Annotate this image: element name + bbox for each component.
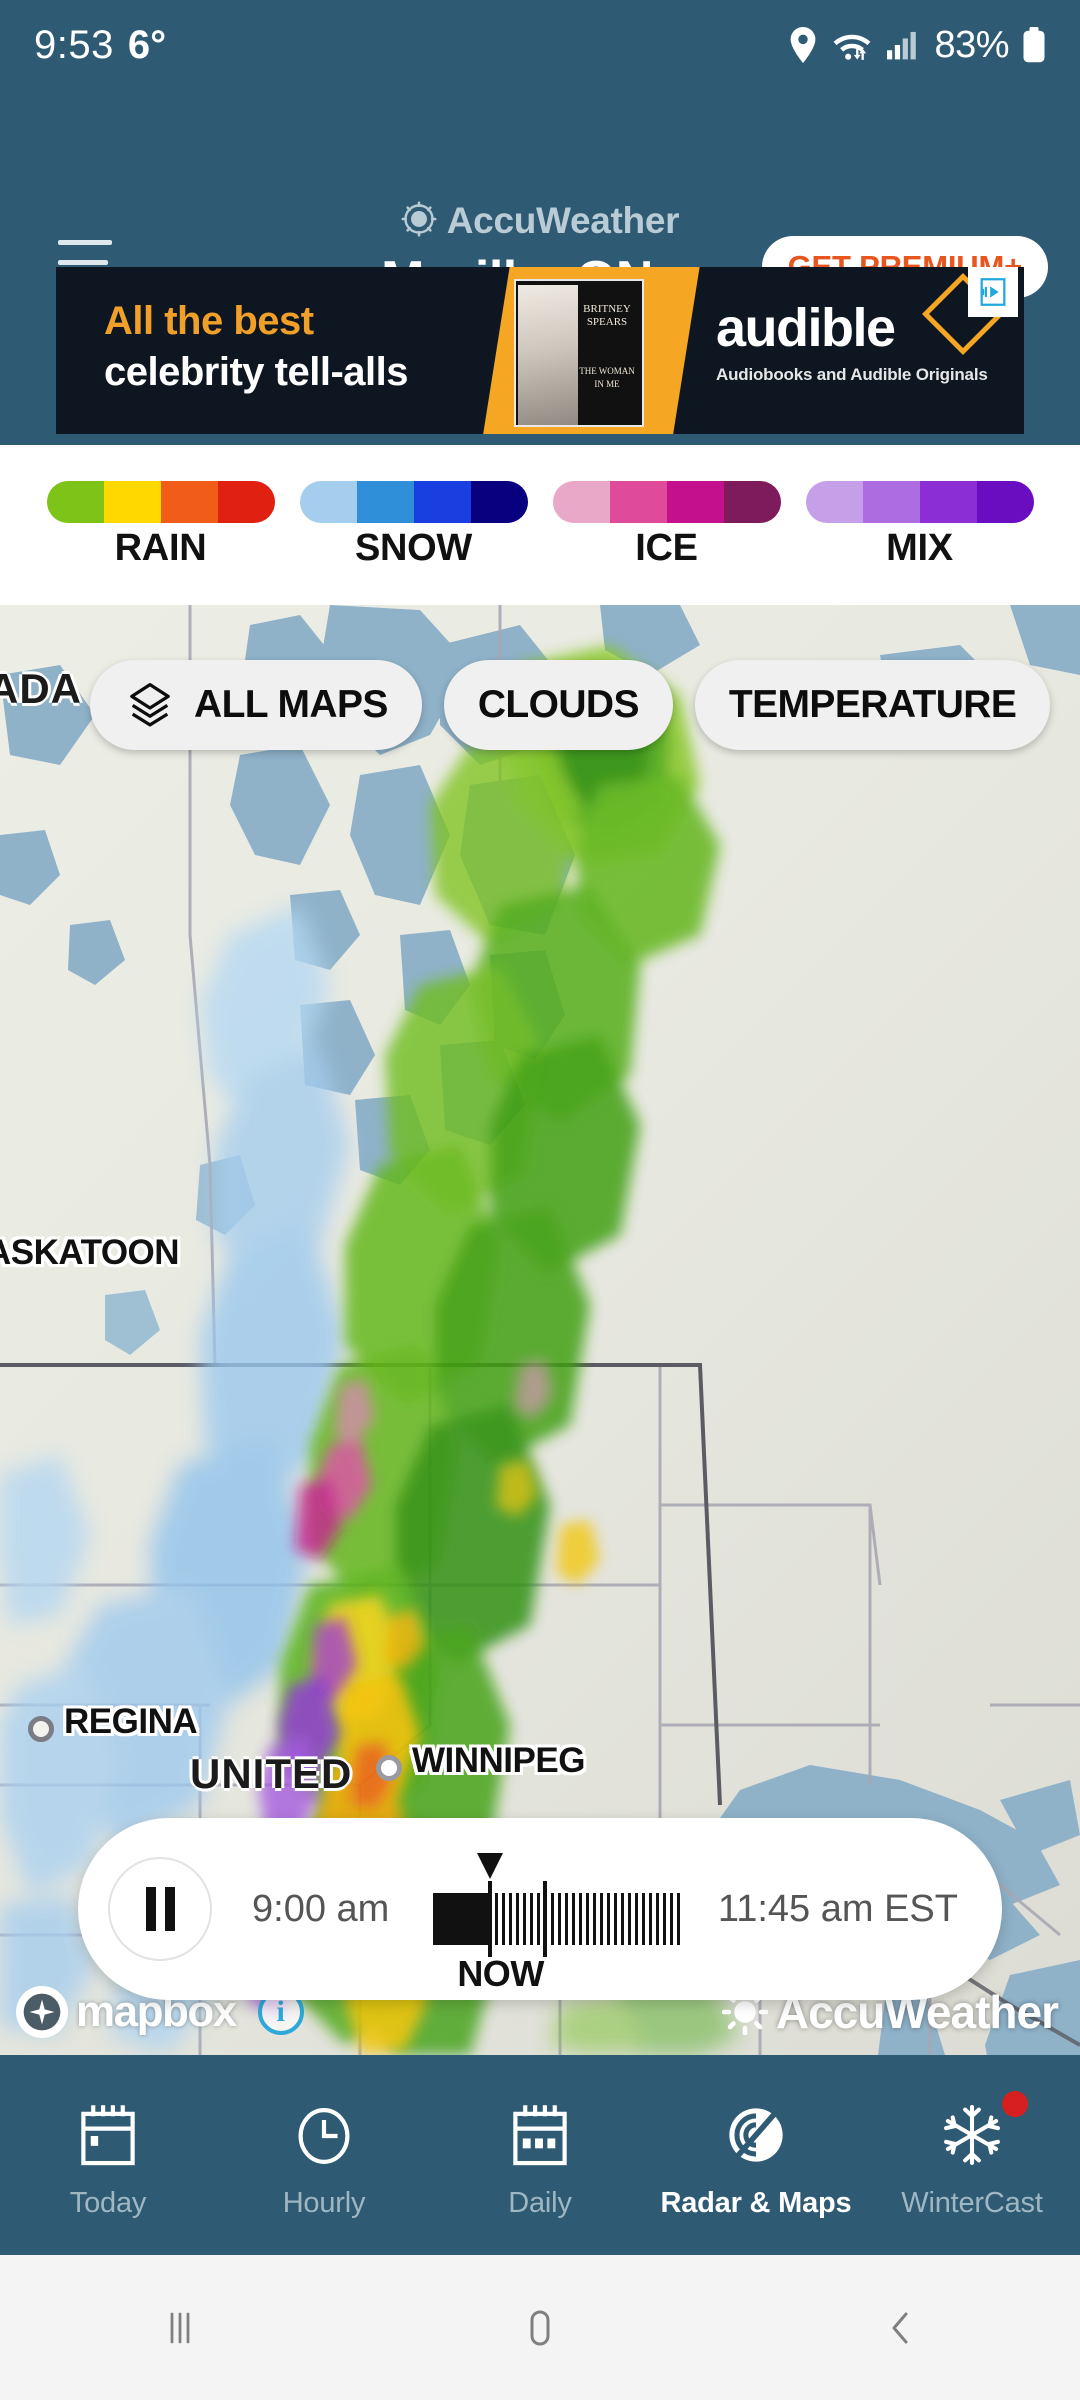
calendar-daily-icon	[508, 2091, 572, 2171]
status-bar: 9:53 6° 83%	[0, 0, 1080, 90]
timeline-secondary-line	[543, 1881, 548, 1957]
city-dot-winnipeg	[376, 1755, 402, 1781]
calendar-today-icon	[76, 2091, 140, 2171]
legend-label-ice: ICE	[635, 526, 698, 569]
nav-item-radar-maps[interactable]: Radar & Maps	[648, 2091, 864, 2220]
legend-label-rain: RAIN	[114, 526, 207, 569]
ad-banner-container: All the best celebrity tell-alls BRITNEY…	[0, 255, 1080, 445]
recents-icon[interactable]	[0, 2304, 360, 2352]
chip-label-clouds: CLOUDS	[477, 683, 640, 726]
nav-label-daily: Daily	[508, 2186, 572, 2219]
pause-button[interactable]	[108, 1857, 212, 1961]
map-country-label-united: UNITED	[190, 1750, 353, 1797]
bottom-navigation: Today Hourly Daily Radar & Maps WinterCa…	[0, 2055, 1080, 2255]
app-screen: 9:53 6° 83% AccuWeather All the best cel…	[0, 0, 1080, 2400]
city-label-saskatoon: ASKATOON	[0, 1233, 180, 1272]
timeline-past-block	[433, 1893, 489, 1945]
pause-icon-bar-left	[145, 1887, 156, 1931]
status-bar-right: 83%	[789, 24, 1046, 67]
timeline-scrubber[interactable]: NOW	[433, 1849, 684, 1994]
legend-swatch-snow	[299, 480, 528, 523]
legend-swatch-rain	[46, 480, 275, 523]
chip-label-temperature: TEMPERATURE	[728, 683, 1017, 726]
timeline-end-time: 11:45 am EST	[717, 1887, 958, 1930]
radar-timeline-player[interactable]: 9:00 am NOW 11:45 am EST	[78, 1818, 1002, 2000]
wifi-icon	[830, 27, 874, 63]
chip-label-all-maps: ALL MAPS	[194, 683, 388, 726]
cellular-signal-icon	[887, 30, 921, 60]
system-navigation-bar	[0, 2255, 1080, 2400]
timeline-now-line	[488, 1881, 493, 1957]
chip-clouds[interactable]: CLOUDS	[443, 660, 673, 750]
ad-banner[interactable]: All the best celebrity tell-alls BRITNEY…	[56, 266, 1024, 434]
status-time: 9:53	[34, 22, 114, 67]
status-temperature: 6°	[127, 22, 167, 67]
legend-item-snow: SNOW	[299, 480, 528, 570]
nav-item-hourly[interactable]: Hourly	[216, 2091, 432, 2220]
chip-temperature[interactable]: TEMPERATURE	[694, 660, 1051, 750]
ad-book-cover: BRITNEY SPEARS THE WOMAN IN ME	[514, 278, 644, 427]
chip-all-maps[interactable]: ALL MAPS	[90, 660, 422, 750]
battery-icon	[1022, 27, 1046, 63]
nav-label-radar-maps: Radar & Maps	[660, 2186, 852, 2219]
nav-label-wintercast: WinterCast	[901, 2186, 1043, 2219]
legend-item-rain: RAIN	[46, 480, 275, 570]
ad-tagline: Audiobooks and Audible Originals	[716, 364, 988, 384]
map-layer-chips: ALL MAPS CLOUDS TEMPERATURE	[0, 660, 1080, 750]
status-bar-left: 9:53 6°	[34, 23, 166, 68]
mapbox-logo-icon	[16, 1986, 68, 2038]
wintercast-badge	[1002, 2090, 1028, 2117]
timeline-now-arrow-icon	[477, 1853, 504, 1879]
nav-item-today[interactable]: Today	[0, 2091, 216, 2220]
timeline-now-label: NOW	[457, 1953, 544, 1994]
clock-icon	[292, 2091, 356, 2171]
sun-logo-icon	[401, 201, 437, 242]
timeline-ticks	[488, 1893, 684, 1945]
ad-book-figure	[518, 284, 578, 425]
adchoices-icon[interactable]	[968, 266, 1018, 317]
radar-map[interactable]: ADA UNITED ALL MAPS CLOUDS TEMPERATURE A…	[0, 605, 1080, 2055]
city-label-regina: REGINA	[64, 1702, 198, 1741]
legend-swatch-mix	[805, 480, 1034, 523]
legend-item-mix: MIX	[805, 480, 1034, 570]
timeline-start-time: 9:00 am	[252, 1887, 390, 1930]
nav-item-wintercast[interactable]: WinterCast	[864, 2090, 1080, 2220]
home-icon[interactable]	[360, 2304, 720, 2352]
ad-book-title: BRITNEY SPEARS	[583, 302, 631, 329]
city-dot-regina	[28, 1716, 54, 1742]
legend-label-mix: MIX	[886, 526, 953, 569]
legend-item-ice: ICE	[552, 480, 781, 570]
legend-swatch-ice	[552, 480, 781, 523]
legend-label-snow: SNOW	[354, 526, 472, 569]
location-icon	[789, 27, 817, 63]
nav-label-hourly: Hourly	[282, 2186, 366, 2219]
brand-name: AccuWeather	[446, 200, 680, 241]
back-icon[interactable]	[720, 2304, 1080, 2352]
nav-item-daily[interactable]: Daily	[432, 2091, 648, 2220]
radar-icon	[723, 2091, 789, 2171]
snowflake-icon	[939, 2091, 1005, 2171]
city-label-winnipeg: WINNIPEG	[412, 1741, 585, 1780]
nav-label-today: Today	[69, 2186, 147, 2219]
app-header: AccuWeather Murillo, ON GET PREMIUM+	[0, 92, 1080, 309]
layers-icon	[124, 679, 176, 731]
pause-icon-bar-right	[164, 1887, 175, 1931]
precip-legend: RAIN SNOW ICE MIX	[0, 445, 1080, 605]
ad-book-subtitle: THE WOMAN IN ME	[579, 365, 635, 390]
battery-percent: 83%	[934, 23, 1009, 66]
